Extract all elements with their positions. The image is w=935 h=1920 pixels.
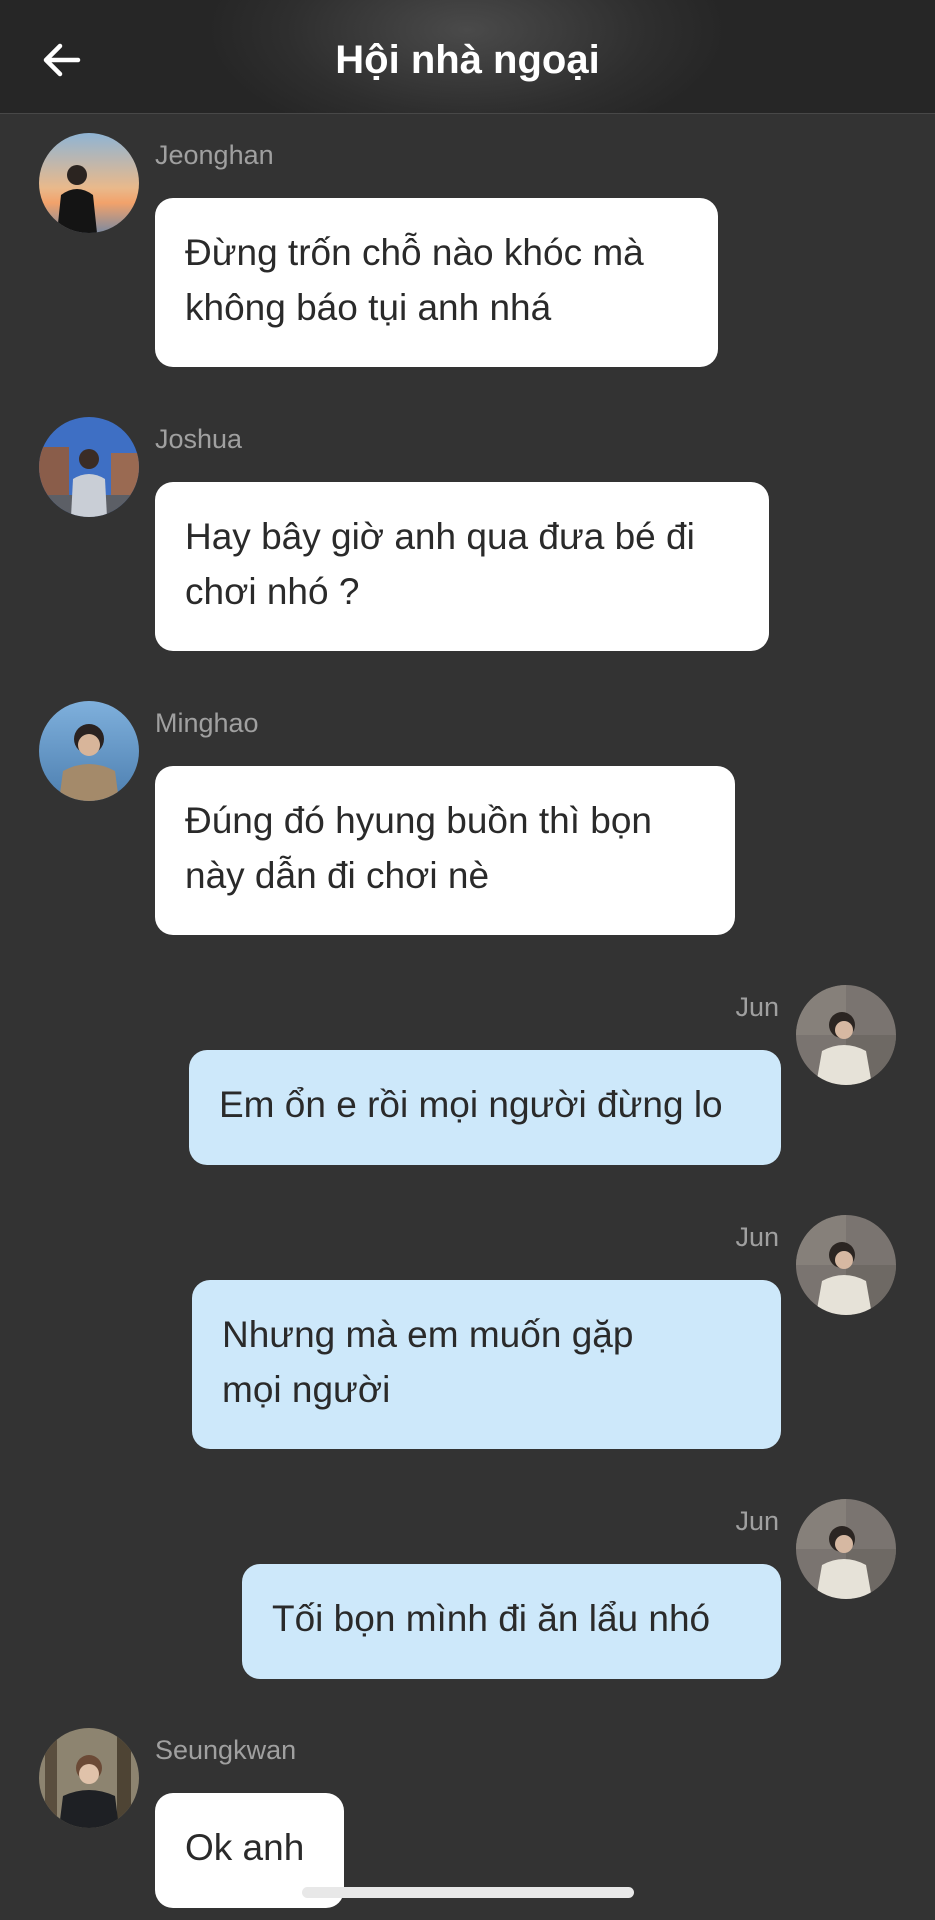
sender-name: Jun: [735, 1506, 779, 1536]
message-bubble[interactable]: Đúng đó hyung buồn thì bọn này dẫn đi ch…: [155, 766, 735, 935]
avatar-joshua[interactable]: [39, 417, 139, 517]
message-bubble[interactable]: Hay bây giờ anh qua đưa bé đi chơi nhó ?: [155, 482, 769, 651]
home-indicator[interactable]: [302, 1887, 634, 1898]
chat-title: Hội nhà ngoại: [335, 38, 600, 82]
avatar-jeonghan[interactable]: [39, 133, 139, 233]
sender-name: Seungkwan: [155, 1735, 297, 1765]
sender-name: Jun: [735, 1222, 779, 1252]
sender-name: Joshua: [155, 424, 243, 454]
sender-name: Jeonghan: [155, 140, 274, 170]
avatar-seungkwan[interactable]: [39, 1728, 139, 1828]
avatar-jun[interactable]: [796, 1499, 896, 1599]
avatar-jun[interactable]: [796, 1215, 896, 1315]
message-bubble[interactable]: Em ổn e rồi mọi người đừng lo: [189, 1050, 781, 1165]
chat-header: Hội nhà ngoại: [0, 0, 935, 114]
message-bubble[interactable]: Tối bọn mình đi ăn lẩu nhó: [242, 1564, 781, 1679]
message-bubble[interactable]: Nhưng mà em muốn gặp mọi người: [192, 1280, 781, 1449]
message-bubble[interactable]: Đừng trốn chỗ nào khóc mà không báo tụi …: [155, 198, 718, 367]
avatar-jun[interactable]: [796, 985, 896, 1085]
avatar-minghao[interactable]: [39, 701, 139, 801]
sender-name: Jun: [735, 992, 779, 1022]
sender-name: Minghao: [155, 708, 259, 738]
chat-screen: Hội nhà ngoại Jeonghan Đừng trốn chỗ nào…: [0, 0, 935, 1920]
